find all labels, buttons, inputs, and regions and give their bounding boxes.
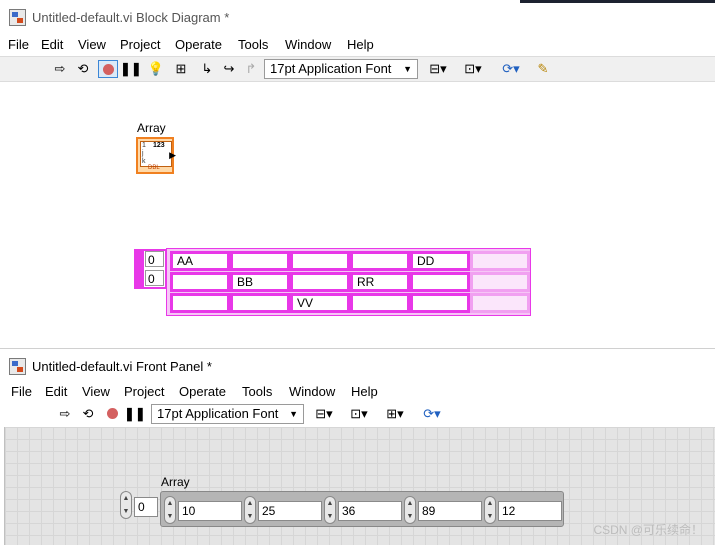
chevron-down-icon: ▼: [403, 64, 412, 74]
reorder-icon[interactable]: ⟳▾: [497, 60, 525, 78]
menu-tools[interactable]: Tools: [238, 37, 268, 52]
index-stack-icon: 1jk: [142, 142, 146, 165]
menu-view[interactable]: View: [78, 37, 106, 52]
array-cell[interactable]: [410, 272, 470, 292]
run-continuously-icon[interactable]: ⟲: [78, 405, 98, 423]
row-index[interactable]: 0: [145, 251, 164, 267]
array-cell[interactable]: AA: [170, 251, 230, 271]
increment-spinner-icon[interactable]: ▲ ▼: [244, 496, 256, 524]
array-element[interactable]: 12: [498, 501, 562, 521]
retain-wire-values-icon[interactable]: ⊞: [171, 60, 191, 78]
clean-up-diagram-icon[interactable]: ✎: [533, 60, 553, 78]
menu-file[interactable]: File: [8, 37, 29, 52]
fp-titlebar[interactable]: Untitled-default.vi Front Panel *: [0, 349, 715, 383]
chevron-down-icon: ▼: [289, 409, 298, 419]
increment-spinner-icon[interactable]: ▲ ▼: [484, 496, 496, 524]
menu-help[interactable]: Help: [351, 384, 378, 399]
bd-titlebar[interactable]: Untitled-default.vi Block Diagram *: [0, 0, 715, 34]
menu-window[interactable]: Window: [285, 37, 331, 52]
font-dropdown[interactable]: 17pt Application Font ▼: [151, 404, 304, 424]
array-element[interactable]: 89: [418, 501, 482, 521]
array-cell-empty[interactable]: [470, 293, 530, 313]
fp-toolbar: ⇨ ⟲ ❚❚ 17pt Application Font ▼ ⊟▾ ⊡▾ ⊞▾ …: [0, 402, 715, 428]
menu-view[interactable]: View: [82, 384, 110, 399]
menu-file[interactable]: File: [11, 384, 32, 399]
menu-edit[interactable]: Edit: [45, 384, 67, 399]
font-dropdown-value: 17pt Application Font: [270, 61, 392, 76]
bd-menubar: File Edit View Project Operate Tools Win…: [0, 34, 715, 56]
step-out-icon[interactable]: ↱: [241, 60, 261, 78]
array-cell[interactable]: [230, 293, 290, 313]
terminal-digits: 123: [153, 142, 165, 149]
increment-spinner-icon[interactable]: ▲ ▼: [324, 496, 336, 524]
array-element[interactable]: 36: [338, 501, 402, 521]
array-element[interactable]: 25: [258, 501, 322, 521]
menu-project[interactable]: Project: [124, 384, 164, 399]
array-cell[interactable]: RR: [350, 272, 410, 292]
resize-objects-icon[interactable]: ⊞▾: [382, 405, 408, 423]
array-cell[interactable]: [230, 251, 290, 271]
array-cell[interactable]: [170, 272, 230, 292]
array-cell[interactable]: [290, 272, 350, 292]
index-spinner-icon[interactable]: [136, 251, 144, 287]
array-cell[interactable]: [350, 251, 410, 271]
pause-icon[interactable]: ❚❚: [120, 60, 142, 78]
reorder-icon[interactable]: ⟳▾: [418, 405, 446, 423]
array-cell[interactable]: [170, 293, 230, 313]
menu-tools[interactable]: Tools: [242, 384, 272, 399]
array-cell-empty[interactable]: [470, 251, 530, 271]
menu-operate[interactable]: Operate: [179, 384, 226, 399]
menu-operate[interactable]: Operate: [175, 37, 222, 52]
array-cell[interactable]: [410, 293, 470, 313]
abort-icon[interactable]: [98, 60, 118, 78]
distribute-objects-icon[interactable]: ⊡▾: [460, 60, 486, 78]
array-cell[interactable]: [350, 293, 410, 313]
array-index[interactable]: 0: [134, 497, 158, 517]
step-over-icon[interactable]: ↪: [219, 60, 239, 78]
array-constant-index[interactable]: 0 0: [134, 249, 167, 289]
run-arrow-icon[interactable]: ⇨: [50, 60, 70, 78]
align-objects-icon[interactable]: ⊟▾: [311, 405, 337, 423]
string-array-constant[interactable]: AA DD BB RR VV: [166, 248, 531, 316]
step-into-icon[interactable]: ↳: [197, 60, 217, 78]
array-label: Array: [161, 475, 190, 489]
array-cell[interactable]: VV: [290, 293, 350, 313]
bd-toolbar: ⇨ ⟲ ❚❚ 💡 ⊞ ↳ ↪ ↱ 17pt Application Font ▼…: [0, 56, 715, 82]
align-objects-icon[interactable]: ⊟▾: [425, 60, 451, 78]
distribute-objects-icon[interactable]: ⊡▾: [346, 405, 372, 423]
highlight-execution-bulb-icon[interactable]: 💡: [146, 60, 166, 78]
increment-spinner-icon[interactable]: ▲ ▼: [404, 496, 416, 524]
terminal-label: Array: [137, 121, 166, 135]
menu-edit[interactable]: Edit: [41, 37, 63, 52]
dbl-type-badge: DBL: [148, 165, 160, 171]
array-cell[interactable]: BB: [230, 272, 290, 292]
vi-icon: [9, 358, 26, 375]
font-dropdown[interactable]: 17pt Application Font ▼: [264, 59, 418, 79]
fp-menubar: File Edit View Project Operate Tools Win…: [0, 381, 715, 403]
increment-spinner-icon[interactable]: ▲ ▼: [164, 496, 176, 524]
array-cell[interactable]: [290, 251, 350, 271]
terminal-output-arrow-icon: ▶: [169, 150, 176, 160]
font-dropdown-value: 17pt Application Font: [157, 406, 279, 421]
abort-icon[interactable]: [102, 405, 122, 423]
watermark: CSDN @可乐续命！: [593, 523, 703, 537]
background-window-edge: [520, 0, 715, 3]
bd-title: Untitled-default.vi Block Diagram *: [32, 10, 230, 25]
fp-title: Untitled-default.vi Front Panel *: [32, 359, 212, 374]
array-cell[interactable]: DD: [410, 251, 470, 271]
array-terminal[interactable]: 1jk 123 ▶ DBL: [136, 137, 176, 174]
terminal-icon-body: 1jk 123 ▶: [140, 141, 176, 167]
block-diagram-window: Untitled-default.vi Block Diagram * File…: [0, 0, 715, 348]
menu-window[interactable]: Window: [289, 384, 335, 399]
index-spinner-icon[interactable]: ▲ ▼: [120, 491, 132, 519]
pause-icon[interactable]: ❚❚: [124, 405, 146, 423]
vi-icon: [9, 9, 26, 26]
column-index[interactable]: 0: [145, 270, 164, 286]
array-cell-empty[interactable]: [470, 272, 530, 292]
menu-project[interactable]: Project: [120, 37, 160, 52]
array-element[interactable]: 10: [178, 501, 242, 521]
run-arrow-icon[interactable]: ⇨: [55, 405, 75, 423]
run-continuously-icon[interactable]: ⟲: [73, 60, 93, 78]
menu-help[interactable]: Help: [347, 37, 374, 52]
